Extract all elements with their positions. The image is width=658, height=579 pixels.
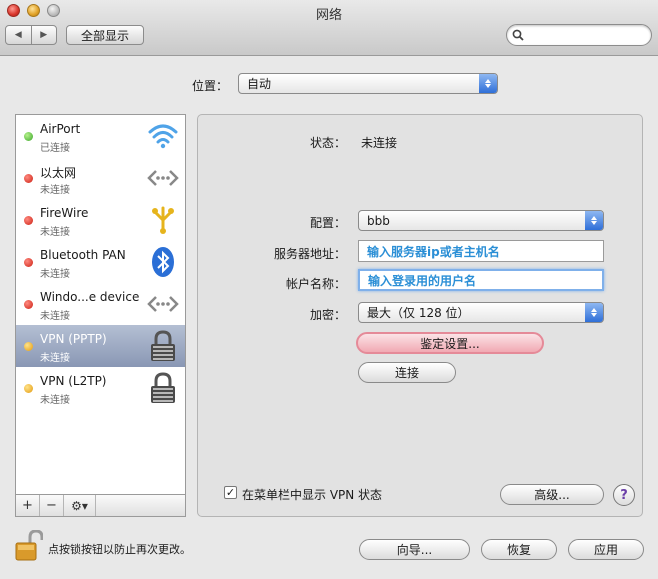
service-name: 以太网: [40, 166, 77, 180]
vpn-lock-icon: [151, 372, 175, 403]
status-dot-red: [24, 258, 33, 267]
service-item-vpn-l2tp[interactable]: VPN (L2TP) 未连接: [16, 367, 185, 409]
apply-button[interactable]: 应用: [568, 539, 644, 560]
service-status: 未连接: [40, 185, 70, 196]
status-dot-red: [24, 300, 33, 309]
location-label: 位置：: [192, 79, 229, 93]
show-all-button[interactable]: 全部显示: [66, 25, 144, 45]
vpn-lock-icon: [151, 330, 175, 361]
service-list: AirPort 已连接 以太网 未连接 FireWire 未连接 Bluetoo…: [15, 114, 186, 517]
configuration-select[interactable]: bbb: [358, 210, 604, 231]
connect-button[interactable]: 连接: [358, 362, 456, 383]
forward-button[interactable]: ▶: [30, 26, 57, 44]
service-item-windows-device[interactable]: Windo...e device 未连接: [16, 283, 185, 325]
lock-icon[interactable]: [15, 530, 43, 562]
account-name-label: 帐户名称：: [285, 277, 346, 291]
service-status: 未连接: [40, 353, 70, 364]
status-value: 未连接: [361, 136, 398, 150]
window-titlebar: 网络 ◀ ▶ 全部显示: [0, 0, 658, 56]
server-address-label: 服务器地址：: [273, 247, 346, 261]
status-dot-red: [24, 216, 33, 225]
back-button[interactable]: ◀: [6, 26, 31, 44]
assistant-button[interactable]: 向导...: [359, 539, 470, 560]
show-vpn-status-checkbox[interactable]: ✓: [224, 486, 237, 499]
service-status: 未连接: [40, 311, 70, 322]
advanced-button[interactable]: 高级...: [500, 484, 604, 505]
bluetooth-icon: [152, 247, 174, 277]
back-forward-control[interactable]: ◀ ▶: [5, 25, 57, 45]
configuration-label: 配置：: [309, 216, 346, 230]
lock-hint-text: 点按锁按钮以防止再次更改。: [48, 543, 191, 556]
service-status: 未连接: [40, 395, 70, 406]
account-name-input[interactable]: 输入登录用的用户名: [358, 269, 604, 291]
search-icon: [512, 29, 524, 41]
service-name: FireWire: [40, 206, 89, 220]
wifi-icon: [148, 124, 178, 149]
service-item-firewire[interactable]: FireWire 未连接: [16, 199, 185, 241]
status-dot-red: [24, 174, 33, 183]
search-field[interactable]: [506, 24, 652, 46]
service-item-ethernet[interactable]: 以太网 未连接: [16, 157, 185, 199]
status-dot-green: [24, 132, 33, 141]
configuration-value: bbb: [367, 213, 390, 228]
service-name: Bluetooth PAN: [40, 248, 126, 262]
encryption-select[interactable]: 最大（仅 128 位）: [358, 302, 604, 323]
gear-action-menu-button[interactable]: ⚙▾: [64, 495, 96, 516]
select-arrows-icon: [585, 211, 603, 230]
remove-service-button[interactable]: −: [40, 495, 64, 516]
add-service-button[interactable]: +: [16, 495, 40, 516]
encryption-value: 最大（仅 128 位）: [367, 306, 470, 320]
authentication-settings-button[interactable]: 鉴定设置...: [356, 332, 544, 354]
checkmark-icon: ✓: [225, 486, 236, 499]
service-name: VPN (L2TP): [40, 374, 107, 388]
service-name: AirPort: [40, 122, 81, 136]
status-dot-yellow: [24, 342, 33, 351]
status-dot-yellow: [24, 384, 33, 393]
firewire-icon: [152, 206, 174, 234]
location-select[interactable]: 自动: [238, 73, 498, 94]
service-list-toolbar: + − ⚙▾: [15, 494, 186, 517]
help-button[interactable]: ?: [613, 484, 635, 506]
service-name: VPN (PPTP): [40, 332, 107, 346]
revert-button[interactable]: 恢复: [481, 539, 557, 560]
ethernet-icon: [147, 296, 179, 312]
ethernet-icon: [147, 170, 179, 186]
service-item-vpn-pptp[interactable]: VPN (PPTP) 未连接: [16, 325, 185, 367]
service-status: 未连接: [40, 227, 70, 238]
location-value: 自动: [247, 77, 272, 91]
select-arrows-icon: [585, 303, 603, 322]
select-arrows-icon: [479, 74, 497, 93]
service-status: 未连接: [40, 269, 70, 280]
status-label: 状态：: [309, 136, 346, 150]
show-vpn-status-label: 在菜单栏中显示 VPN 状态: [242, 488, 383, 502]
service-item-airport[interactable]: AirPort 已连接: [16, 115, 185, 157]
service-status: 已连接: [40, 143, 70, 154]
window-title: 网络: [315, 8, 342, 23]
service-item-bluetooth-pan[interactable]: Bluetooth PAN 未连接: [16, 241, 185, 283]
server-address-input[interactable]: 输入服务器ip或者主机名: [358, 240, 604, 262]
service-name: Windo...e device: [40, 290, 140, 304]
encryption-label: 加密：: [309, 308, 346, 322]
